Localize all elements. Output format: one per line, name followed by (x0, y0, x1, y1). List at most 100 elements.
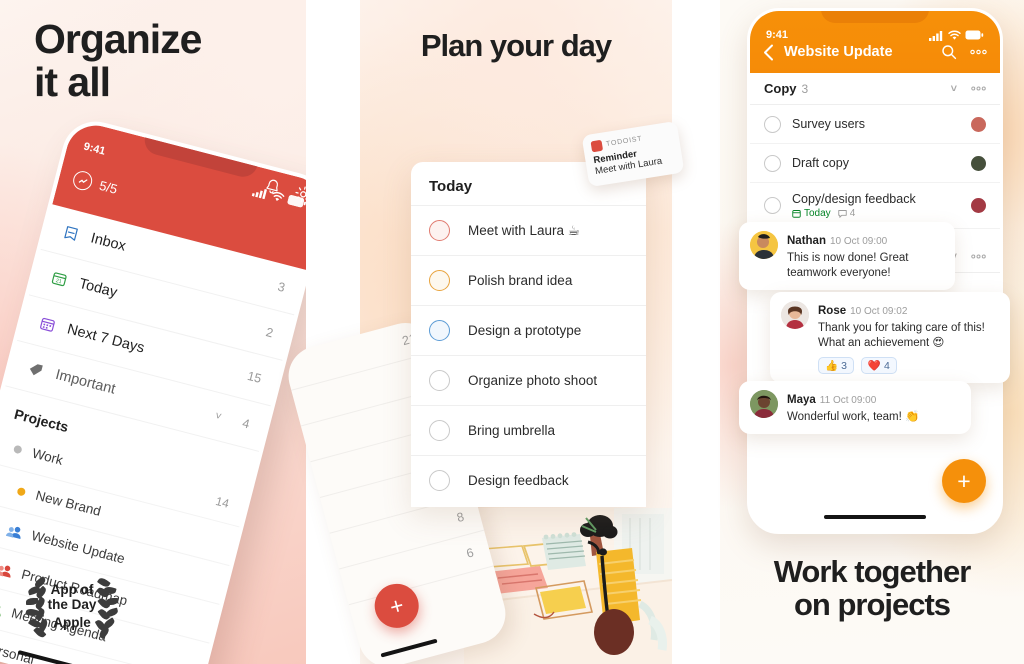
dot-icon (16, 486, 27, 497)
comment-time: 10 Oct 09:00 (829, 236, 888, 247)
people-icon (0, 562, 13, 578)
task-label: Draft copy (792, 156, 849, 170)
dot-icon (13, 444, 23, 454)
comment-card[interactable]: Rose 10 Oct 09:02 Thank you for taking ca… (770, 292, 1010, 384)
task-checkbox[interactable] (429, 320, 450, 341)
search-icon[interactable] (941, 44, 957, 60)
task-row[interactable]: Bring umbrella (411, 405, 646, 455)
task-row[interactable]: Design a prototype (411, 305, 646, 355)
project-count: 14 (214, 493, 231, 511)
task-row[interactable]: Meet with Laura ☕ (411, 205, 646, 255)
notch (821, 11, 929, 23)
section-count: 3 (801, 81, 809, 96)
comment-text: Wonderful work, team! 👏 (787, 411, 920, 423)
inbox-icon (60, 222, 82, 244)
project-label: Work (30, 445, 65, 468)
task-checkbox[interactable] (429, 470, 450, 491)
project-title: Website Update (784, 44, 893, 60)
sidebar-label: Inbox (89, 230, 128, 255)
task-row[interactable]: Polish brand idea (411, 255, 646, 305)
project-label: New Brand (34, 487, 103, 519)
chevron-down-icon[interactable]: ˅ (214, 410, 223, 423)
notification-app-name: TODOIST (605, 135, 643, 149)
more-options-icon[interactable] (971, 86, 986, 91)
award-badge-app-of-the-day: App of the Day Apple (16, 568, 128, 644)
more-options-icon[interactable] (970, 49, 987, 55)
reaction-count: 4 (884, 359, 890, 372)
task-comment-count: 4 (849, 208, 856, 219)
task-label: Polish brand idea (468, 273, 573, 288)
comment-author: Nathan (787, 235, 826, 247)
task-checkbox[interactable] (429, 420, 450, 441)
bell-icon[interactable] (262, 175, 284, 197)
task-label: Survey users (792, 117, 865, 131)
comment-card[interactable]: Nathan 10 Oct 09:00 This is now done! Gre… (739, 222, 955, 291)
home-indicator (380, 638, 438, 658)
award-line-2: the Day (47, 597, 97, 613)
panel-organize: Organize it all 9:41 5/5 Inbox 3 21 Toda… (0, 0, 306, 664)
sidebar-count: 4 (240, 416, 252, 432)
sidebar-label: Next 7 Days (65, 321, 146, 357)
task-checkbox[interactable] (764, 154, 781, 172)
task-checkbox[interactable] (429, 270, 450, 291)
award-text: App of the Day Apple (48, 582, 97, 629)
task-label: Design feedback (468, 473, 569, 488)
calendar-week-icon (36, 313, 58, 335)
award-line-3: Apple (53, 614, 91, 630)
task-label: Bring umbrella (468, 423, 556, 438)
sidebar-count: 2 (264, 325, 275, 341)
task-label: Meet with Laura ☕ (468, 222, 580, 238)
back-chevron-icon[interactable] (763, 44, 774, 61)
task-due: Today (804, 208, 831, 219)
section-name: Copy (764, 81, 797, 96)
task-row[interactable]: Design feedback (411, 455, 646, 505)
comment-card[interactable]: Maya 11 Oct 09:00 Wonderful work, team! 👏 (739, 381, 971, 435)
reaction-emoji: 👍 (825, 360, 839, 373)
task-checkbox[interactable] (764, 115, 781, 133)
avatar[interactable] (971, 198, 986, 213)
calendar-value: 8 (455, 509, 466, 525)
comment-text: This is now done! Great teamwork everyon… (787, 252, 909, 280)
sidebar-count: 15 (245, 368, 263, 386)
section-header-copy[interactable]: Copy 3 ˅ (750, 73, 1000, 105)
avatar (750, 231, 778, 259)
avatar (750, 390, 778, 418)
avatar[interactable] (971, 116, 986, 132)
task-label: Organize photo shoot (468, 373, 598, 388)
reaction-list: 👍 3 ❤️ 4 (818, 357, 999, 375)
project-nav-bar: Website Update (750, 37, 1000, 67)
task-row[interactable]: Survey users (750, 105, 1000, 144)
people-icon (6, 523, 23, 539)
screenshot-stage: Organize it all 9:41 5/5 Inbox 3 21 Toda… (0, 0, 1024, 664)
karma-value: 5/5 (97, 177, 119, 197)
chevron-down-icon[interactable]: ˅ (951, 83, 957, 95)
reaction-chip[interactable]: ❤️ 4 (860, 357, 897, 375)
laurel-right-icon (95, 576, 120, 639)
task-checkbox[interactable] (764, 197, 781, 214)
due-date-icon (792, 210, 801, 218)
headline-organize: Organize it all (34, 16, 202, 106)
task-row[interactable]: Draft copy (750, 144, 1000, 183)
task-checkbox[interactable] (429, 370, 450, 391)
more-options-icon[interactable] (971, 254, 986, 259)
today-task-card: Today Meet with Laura ☕ Polish brand ide… (411, 162, 646, 507)
comment-time: 11 Oct 09:00 (819, 395, 877, 406)
sidebar-count: 3 (276, 279, 287, 295)
comment-author: Maya (787, 394, 816, 406)
karma-indicator[interactable]: 5/5 (71, 169, 119, 199)
task-checkbox[interactable] (429, 220, 450, 241)
headline-plan-your-day: Plan your day (420, 28, 612, 63)
add-task-button[interactable]: + (942, 459, 986, 503)
comment-time: 10 Oct 09:02 (850, 306, 908, 317)
reaction-count: 3 (841, 359, 847, 372)
reaction-chip[interactable]: 👍 3 (818, 357, 854, 375)
avatar[interactable] (971, 155, 986, 171)
status-time: 9:41 (82, 140, 107, 158)
headline-work-together: Work together on projects (773, 554, 972, 622)
task-row[interactable]: Organize photo shoot (411, 355, 646, 405)
laurel-left-icon (24, 576, 49, 639)
comment-text: Thank you for taking care of this! What … (818, 322, 985, 350)
label-icon (24, 358, 46, 380)
award-line-1: App of (50, 582, 94, 598)
calendar-value: 6 (464, 545, 476, 561)
